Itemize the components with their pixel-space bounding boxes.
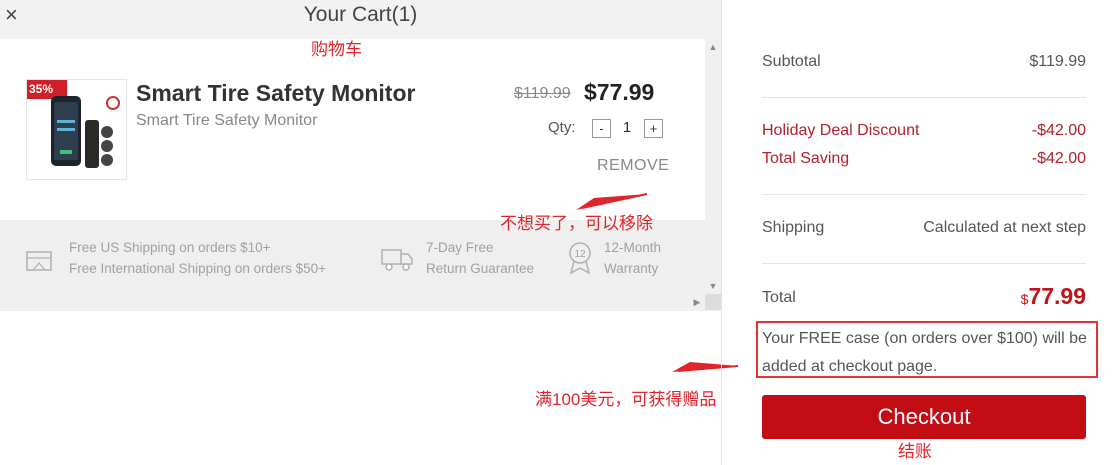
divider [762,194,1086,195]
product-name[interactable]: Smart Tire Safety Monitor [136,80,415,107]
saving-label: Total Saving [762,150,850,167]
annotation-remove: 不想买了，可以移除 [500,214,653,233]
feature-warranty-line2: Warranty [604,261,659,276]
qty-decrease-button[interactable]: - [592,119,611,138]
scroll-up-arrow-icon[interactable]: ▲ [705,42,721,52]
free-case-note: Your FREE case (on orders over $100) wil… [762,330,1087,375]
feature-shipping-line2: Free International Shipping on orders $5… [69,261,327,276]
scroll-right-arrow-icon[interactable]: ▶ [693,297,701,307]
warranty-badge-text: 12 [574,249,586,260]
total-value: $77.99 [1021,283,1086,310]
checkout-button[interactable]: Checkout [762,395,1086,439]
sale-price: $77.99 [584,79,655,105]
panel-divider [721,0,722,465]
annotation-gift: 满100美元，可获得赠品 [535,390,717,409]
feature-return-line2: Return Guarantee [426,261,535,276]
annotation-checkout: 结账 [898,442,932,461]
scroll-down-arrow-icon[interactable]: ▼ [705,281,721,291]
close-icon[interactable]: × [5,2,18,28]
feature-warranty-line1: 12-Month [604,240,662,255]
divider [762,263,1086,264]
shipping-icon [26,251,52,271]
discount-label: Holiday Deal Discount [762,122,920,139]
product-photo [51,96,120,168]
subtotal-label: Subtotal [762,53,821,70]
saving-value: -$42.00 [1031,150,1086,167]
shipping-value: Calculated at next step [923,219,1086,236]
scrollbar-corner [705,294,721,310]
remove-button[interactable]: REMOVE [597,157,669,175]
annotation-cart: 购物车 [311,40,362,59]
qty-increase-button[interactable]: + [644,119,663,138]
shipping-label: Shipping [762,219,825,236]
qty-label: Qty: [548,119,576,136]
original-price: $119.99 [514,85,571,102]
cart-title: Your Cart(1) [303,3,418,26]
divider [762,97,1086,98]
vertical-scrollbar[interactable]: ▲ ▼ [705,39,721,294]
total-label: Total [762,289,796,306]
feature-shipping-line1: Free US Shipping on orders $10+ [69,240,271,255]
discount-value: -$42.00 [1031,122,1086,139]
subtotal-value: $119.99 [1029,53,1086,70]
truck-icon [381,249,413,271]
warranty-badge-icon: 12 [569,242,591,275]
feature-return-line1: 7-Day Free [426,240,494,255]
qty-value: 1 [622,119,632,136]
total-amount: 77.99 [1028,283,1086,309]
product-image[interactable]: 35% [26,79,127,180]
horizontal-scrollbar[interactable]: ▶ [0,294,705,310]
product-subtitle: Smart Tire Safety Monitor [136,112,318,129]
